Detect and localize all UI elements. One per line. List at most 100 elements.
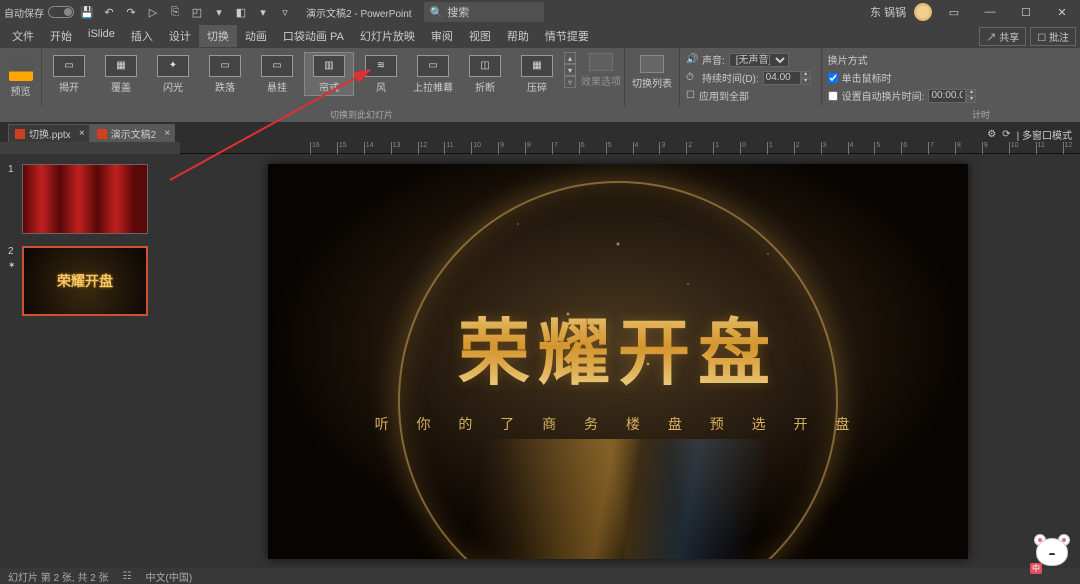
share-button[interactable]: ↗ 共享 <box>979 27 1026 46</box>
apply-list-icon <box>640 55 664 73</box>
ruler-tick: 13 <box>391 142 401 154</box>
transition-上拉帷幕[interactable]: ▭上拉帷幕 <box>408 52 458 96</box>
menu-tab-插入[interactable]: 插入 <box>123 25 161 47</box>
after-checkbox[interactable] <box>828 91 838 101</box>
username[interactable]: 东 锅锅 <box>870 4 906 20</box>
ruler-tick: 3 <box>821 142 827 154</box>
menu-tab-审阅[interactable]: 审阅 <box>423 25 461 47</box>
qat-icon-2[interactable]: ◰ <box>188 3 206 21</box>
transition-帘式[interactable]: ▥帘式 <box>304 52 354 96</box>
gallery-up-icon[interactable]: ▴ <box>564 52 576 64</box>
accessibility-icon[interactable]: ☷ <box>123 571 132 582</box>
ruler-tick: 3 <box>659 142 665 154</box>
autosave-toggle[interactable]: 自动保存 <box>4 5 74 20</box>
ribbon-footer: 切换到此幻灯片 计时 <box>0 106 1080 122</box>
qat-icon-1[interactable]: ⎘ <box>166 3 184 21</box>
doc-tab-演示文稿2[interactable]: 演示文稿2× <box>90 124 176 142</box>
gallery-more-icon[interactable]: ▿ <box>564 76 576 88</box>
ruler-tick: 0 <box>740 142 746 154</box>
after-up[interactable]: ▴ <box>966 89 976 96</box>
duration-up[interactable]: ▴ <box>801 71 811 78</box>
after-down[interactable]: ▾ <box>966 96 976 103</box>
ruler-tick: 8 <box>955 142 961 154</box>
transition-悬挂[interactable]: ▭悬挂 <box>252 52 302 96</box>
ruler-tick: 10 <box>471 142 481 154</box>
horizontal-ruler[interactable]: 1615141312111098765432101234567891011121… <box>180 142 1080 154</box>
ruler-tick: 7 <box>928 142 934 154</box>
menu-tab-开始[interactable]: 开始 <box>42 25 80 47</box>
multiwindow-button[interactable]: | 多窗口模式 <box>1017 127 1072 142</box>
duration-input[interactable] <box>763 71 801 85</box>
ruler-tick: 15 <box>337 142 347 154</box>
settings-icon[interactable]: ⚙ <box>987 129 996 140</box>
qat-dropdown-icon[interactable]: ▾ <box>254 3 272 21</box>
doc-tab-切换.pptx[interactable]: 切换.pptx× <box>8 124 90 142</box>
ribbon-options-icon[interactable]: ▭ <box>940 2 968 22</box>
menu-tab-文件[interactable]: 文件 <box>4 25 42 47</box>
slide-thumbnail-2[interactable] <box>22 246 148 316</box>
slide-canvas-area[interactable]: 荣耀开盘 听 你 的 了 商 务 楼 盘 预 选 开 盘 <box>156 154 1080 568</box>
user-avatar[interactable] <box>914 3 932 21</box>
redo-icon[interactable]: ↷ <box>122 3 140 21</box>
sound-label: 声音: <box>702 52 725 67</box>
menu-tab-口袋动画 PA[interactable]: 口袋动画 PA <box>275 25 352 47</box>
transition-跌落[interactable]: ▭跌落 <box>200 52 250 96</box>
autosave-label: 自动保存 <box>4 5 44 20</box>
menu-tab-幻灯片放映[interactable]: 幻灯片放映 <box>352 25 423 47</box>
menu-tab-动画[interactable]: 动画 <box>237 25 275 47</box>
sound-select[interactable]: [无声音] <box>729 53 789 67</box>
apply-all-button[interactable]: ☐ 应用到全部 <box>686 88 815 103</box>
ruler-tick: 11 <box>1036 142 1045 154</box>
transition-压碎[interactable]: ▦压碎 <box>512 52 562 96</box>
qat-more-icon[interactable]: ▿ <box>276 3 294 21</box>
transition-闪光[interactable]: ✦闪光 <box>148 52 198 96</box>
mascot-icon[interactable]: 中 <box>1030 534 1074 574</box>
slide-canvas[interactable]: 荣耀开盘 听 你 的 了 商 务 楼 盘 预 选 开 盘 <box>268 164 968 559</box>
preview-button[interactable]: 预览 <box>2 50 40 104</box>
close-button[interactable]: ✕ <box>1048 2 1076 22</box>
menu-tab-iSlide[interactable]: iSlide <box>80 25 123 47</box>
undo-icon[interactable]: ↶ <box>100 3 118 21</box>
thumb-number-2: 2 <box>8 246 18 316</box>
qat-icon-4[interactable]: ◧ <box>232 3 250 21</box>
menu-tab-设计[interactable]: 设计 <box>161 25 199 47</box>
save-icon[interactable]: 💾 <box>78 3 96 21</box>
menu-tab-切换[interactable]: 切换 <box>199 25 237 47</box>
close-tab-icon[interactable]: × <box>164 128 170 139</box>
search-placeholder: 搜索 <box>447 4 469 20</box>
ruler-tick: 1 <box>713 142 719 154</box>
ruler-tick: 9 <box>982 142 988 154</box>
slide-title[interactable]: 荣耀开盘 <box>268 294 968 399</box>
toggle-switch[interactable] <box>48 6 74 18</box>
slide-subtitle[interactable]: 听 你 的 了 商 务 楼 盘 预 选 开 盘 <box>268 414 968 434</box>
refresh-icon[interactable]: ⟳ <box>1002 129 1010 140</box>
transition-icon: ▭ <box>261 55 293 77</box>
duration-down[interactable]: ▾ <box>801 78 811 85</box>
ruler-tick: 16 <box>310 142 320 154</box>
language-status[interactable]: 中文(中国) <box>146 569 193 584</box>
transition-折断[interactable]: ◫折断 <box>460 52 510 96</box>
comments-button[interactable]: ☐ 批注 <box>1030 27 1076 46</box>
gallery-down-icon[interactable]: ▾ <box>564 64 576 76</box>
minimize-button[interactable]: — <box>976 2 1004 22</box>
timing-caption: 计时 <box>972 108 990 121</box>
menu-tab-帮助[interactable]: 帮助 <box>499 25 537 47</box>
ruler-tick: 12 <box>1063 142 1073 154</box>
search-box[interactable]: 🔍 搜索 <box>424 2 544 22</box>
apply-list-button[interactable]: 切换列表 <box>629 50 675 94</box>
close-tab-icon[interactable]: × <box>79 128 85 139</box>
slide-thumbnail-1[interactable] <box>22 164 148 234</box>
slideshow-icon[interactable]: ▷ <box>144 3 162 21</box>
on-click-checkbox[interactable] <box>828 73 838 83</box>
transition-风[interactable]: ≋风 <box>356 52 406 96</box>
maximize-button[interactable]: ☐ <box>1012 2 1040 22</box>
qat-icon-3[interactable]: ▾ <box>210 3 228 21</box>
transition-icon: ◫ <box>469 55 501 77</box>
menu-tab-情节提要[interactable]: 情节提要 <box>537 25 597 47</box>
transition-揭开[interactable]: ▭揭开 <box>44 52 94 96</box>
effect-options-icon <box>589 53 613 71</box>
menu-tab-视图[interactable]: 视图 <box>461 25 499 47</box>
transition-覆盖[interactable]: ▦覆盖 <box>96 52 146 96</box>
after-input[interactable] <box>928 89 966 103</box>
workspace: 1 2 ✶ 荣耀开盘 听 你 的 了 商 务 楼 盘 预 选 开 盘 <box>0 154 1080 568</box>
